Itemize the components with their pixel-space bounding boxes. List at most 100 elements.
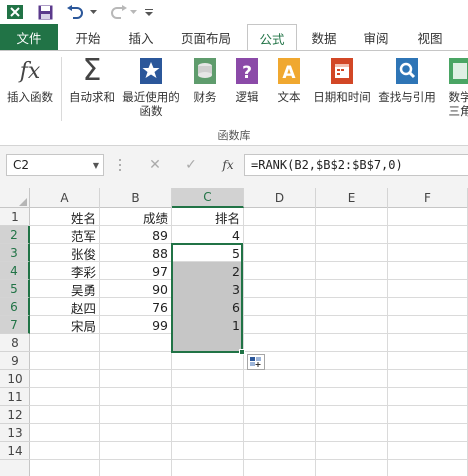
redo-icon[interactable]: [108, 3, 130, 21]
column-header-f[interactable]: F: [388, 188, 468, 208]
calendar-book-icon: [328, 55, 356, 87]
worksheet-grid: ABCDEF 1 2 3 4 5 6 7 8 9 10 11 12 13 14 姓名 范军 张俊 李彩 吴勇 赵四宋…: [0, 188, 468, 476]
insert-function-label: 插入函数: [7, 90, 53, 104]
row-header-6[interactable]: 6: [0, 298, 30, 316]
row-header-2[interactable]: 2: [0, 226, 30, 244]
date-time-button[interactable]: 日期和时间: [310, 55, 374, 104]
row-header-5[interactable]: 5: [0, 280, 30, 298]
quick-access-toolbar: [0, 0, 468, 24]
row-header-13[interactable]: 13: [0, 424, 30, 442]
row-header-14[interactable]: 14: [0, 442, 30, 460]
excel-app-icon[interactable]: [6, 3, 24, 21]
math-trig-label-2: 三角: [448, 104, 468, 118]
row-header-7[interactable]: 7: [0, 316, 30, 334]
row-header-10[interactable]: 10: [0, 370, 30, 388]
date-time-label: 日期和时间: [313, 90, 371, 104]
column-gridline: [315, 208, 316, 476]
column-headers: ABCDEF: [0, 188, 468, 208]
name-box-dropdown-icon[interactable]: ▼: [93, 161, 99, 170]
math-trig-label: 数学: [448, 90, 468, 104]
selection-border: [171, 243, 243, 353]
text-button[interactable]: A 文本: [270, 55, 308, 104]
autofill-options-icon[interactable]: [247, 354, 265, 370]
cell-area[interactable]: 姓名 范军 张俊 李彩 吴勇 赵四 宋局 成绩 89 88 97 90 76 99 排名 4 5 2 3 6 1: [30, 208, 468, 476]
column-header-c[interactable]: C: [172, 188, 244, 208]
recently-used-button[interactable]: 最近使用的 函数: [120, 55, 182, 118]
cell-b4[interactable]: 97: [100, 262, 172, 280]
svg-text:A: A: [282, 63, 296, 83]
cell-b6[interactable]: 76: [100, 298, 172, 316]
insert-function-icon[interactable]: fx: [216, 155, 240, 175]
ribbon-formulas: fx 插入函数 Σ 自动求和 最近使用的 函数 财务 ? 逻辑 A 文本 日期和…: [0, 50, 468, 146]
row-header-12[interactable]: 12: [0, 406, 30, 424]
cell-a1[interactable]: 姓名: [30, 208, 100, 226]
customize-qat-icon[interactable]: [142, 3, 156, 21]
cell-a5[interactable]: 吴勇: [30, 280, 100, 298]
tab-insert[interactable]: 插入: [116, 24, 166, 50]
row-header-3[interactable]: 3: [0, 244, 30, 262]
undo-icon[interactable]: [64, 3, 86, 21]
sigma-icon: Σ: [82, 53, 102, 88]
column-header-e[interactable]: E: [316, 188, 388, 208]
formula-bar-resize-handle[interactable]: [118, 158, 122, 172]
lookup-reference-label: 查找与引用: [378, 90, 436, 104]
function-library-group-label: 函数库: [217, 129, 251, 142]
tab-file[interactable]: 文件: [0, 24, 58, 50]
math-book-icon: [446, 55, 468, 87]
column-header-d[interactable]: D: [244, 188, 316, 208]
row-header-1[interactable]: 1: [0, 208, 30, 226]
cell-a7[interactable]: 宋局: [30, 316, 100, 334]
column-header-a[interactable]: A: [30, 188, 100, 208]
cell-c1[interactable]: 排名: [172, 208, 244, 226]
column-header-b[interactable]: B: [100, 188, 172, 208]
recently-used-label-2: 函数: [139, 104, 163, 118]
formula-bar-area: C2 ▼ ✕ ✓ fx =RANK(B2,$B$2:$B$7,0): [0, 146, 468, 188]
tab-view[interactable]: 视图: [405, 24, 455, 50]
tab-data[interactable]: 数据: [300, 24, 348, 50]
magnifier-book-icon: [393, 55, 421, 87]
tab-page-layout[interactable]: 页面布局: [168, 24, 244, 50]
logical-button[interactable]: ? 逻辑: [228, 55, 266, 104]
autosum-label: 自动求和: [69, 90, 115, 104]
row-headers: 1 2 3 4 5 6 7 8 9 10 11 12 13 14: [0, 208, 30, 476]
math-trig-button[interactable]: 数学 三角: [440, 55, 468, 118]
cell-b5[interactable]: 90: [100, 280, 172, 298]
name-box[interactable]: C2 ▼: [6, 154, 104, 176]
row-header-11[interactable]: 11: [0, 388, 30, 406]
financial-label: 财务: [193, 90, 217, 104]
enter-icon[interactable]: ✓: [180, 155, 202, 175]
redo-dropdown-icon[interactable]: [128, 3, 138, 21]
tab-formulas[interactable]: 公式: [247, 24, 297, 51]
cell-a6[interactable]: 赵四: [30, 298, 100, 316]
cell-a3[interactable]: 张俊: [30, 244, 100, 262]
tab-home[interactable]: 开始: [62, 24, 114, 50]
row-header-4[interactable]: 4: [0, 262, 30, 280]
column-gridline: [387, 208, 388, 476]
cell-b3[interactable]: 88: [100, 244, 172, 262]
insert-function-button[interactable]: fx 插入函数: [4, 55, 56, 105]
undo-dropdown-icon[interactable]: [88, 3, 98, 21]
cell-a4[interactable]: 李彩: [30, 262, 100, 280]
financial-button[interactable]: 财务: [186, 55, 224, 104]
cell-a2[interactable]: 范军: [30, 226, 100, 244]
row-header-9[interactable]: 9: [0, 352, 30, 370]
cell-c2[interactable]: 4: [172, 226, 244, 244]
question-book-icon: ?: [233, 55, 261, 87]
row-header-8[interactable]: 8: [0, 334, 30, 352]
select-all-button[interactable]: [0, 188, 30, 208]
formula-input[interactable]: =RANK(B2,$B$2:$B$7,0): [244, 154, 468, 176]
cell-b7[interactable]: 99: [100, 316, 172, 334]
coins-book-icon: [191, 55, 219, 87]
save-icon[interactable]: [36, 3, 54, 21]
text-book-icon: A: [275, 55, 303, 87]
cancel-icon[interactable]: ✕: [144, 155, 166, 175]
autosum-button[interactable]: Σ 自动求和: [66, 53, 118, 105]
cell-b1[interactable]: 成绩: [100, 208, 172, 226]
fx-icon: fx: [19, 58, 41, 84]
cell-b2[interactable]: 89: [100, 226, 172, 244]
lookup-reference-button[interactable]: 查找与引用: [376, 55, 438, 104]
svg-text:?: ?: [242, 63, 252, 83]
tab-review[interactable]: 审阅: [352, 24, 400, 50]
ribbon-separator: [61, 57, 62, 121]
fill-handle[interactable]: [239, 349, 245, 355]
